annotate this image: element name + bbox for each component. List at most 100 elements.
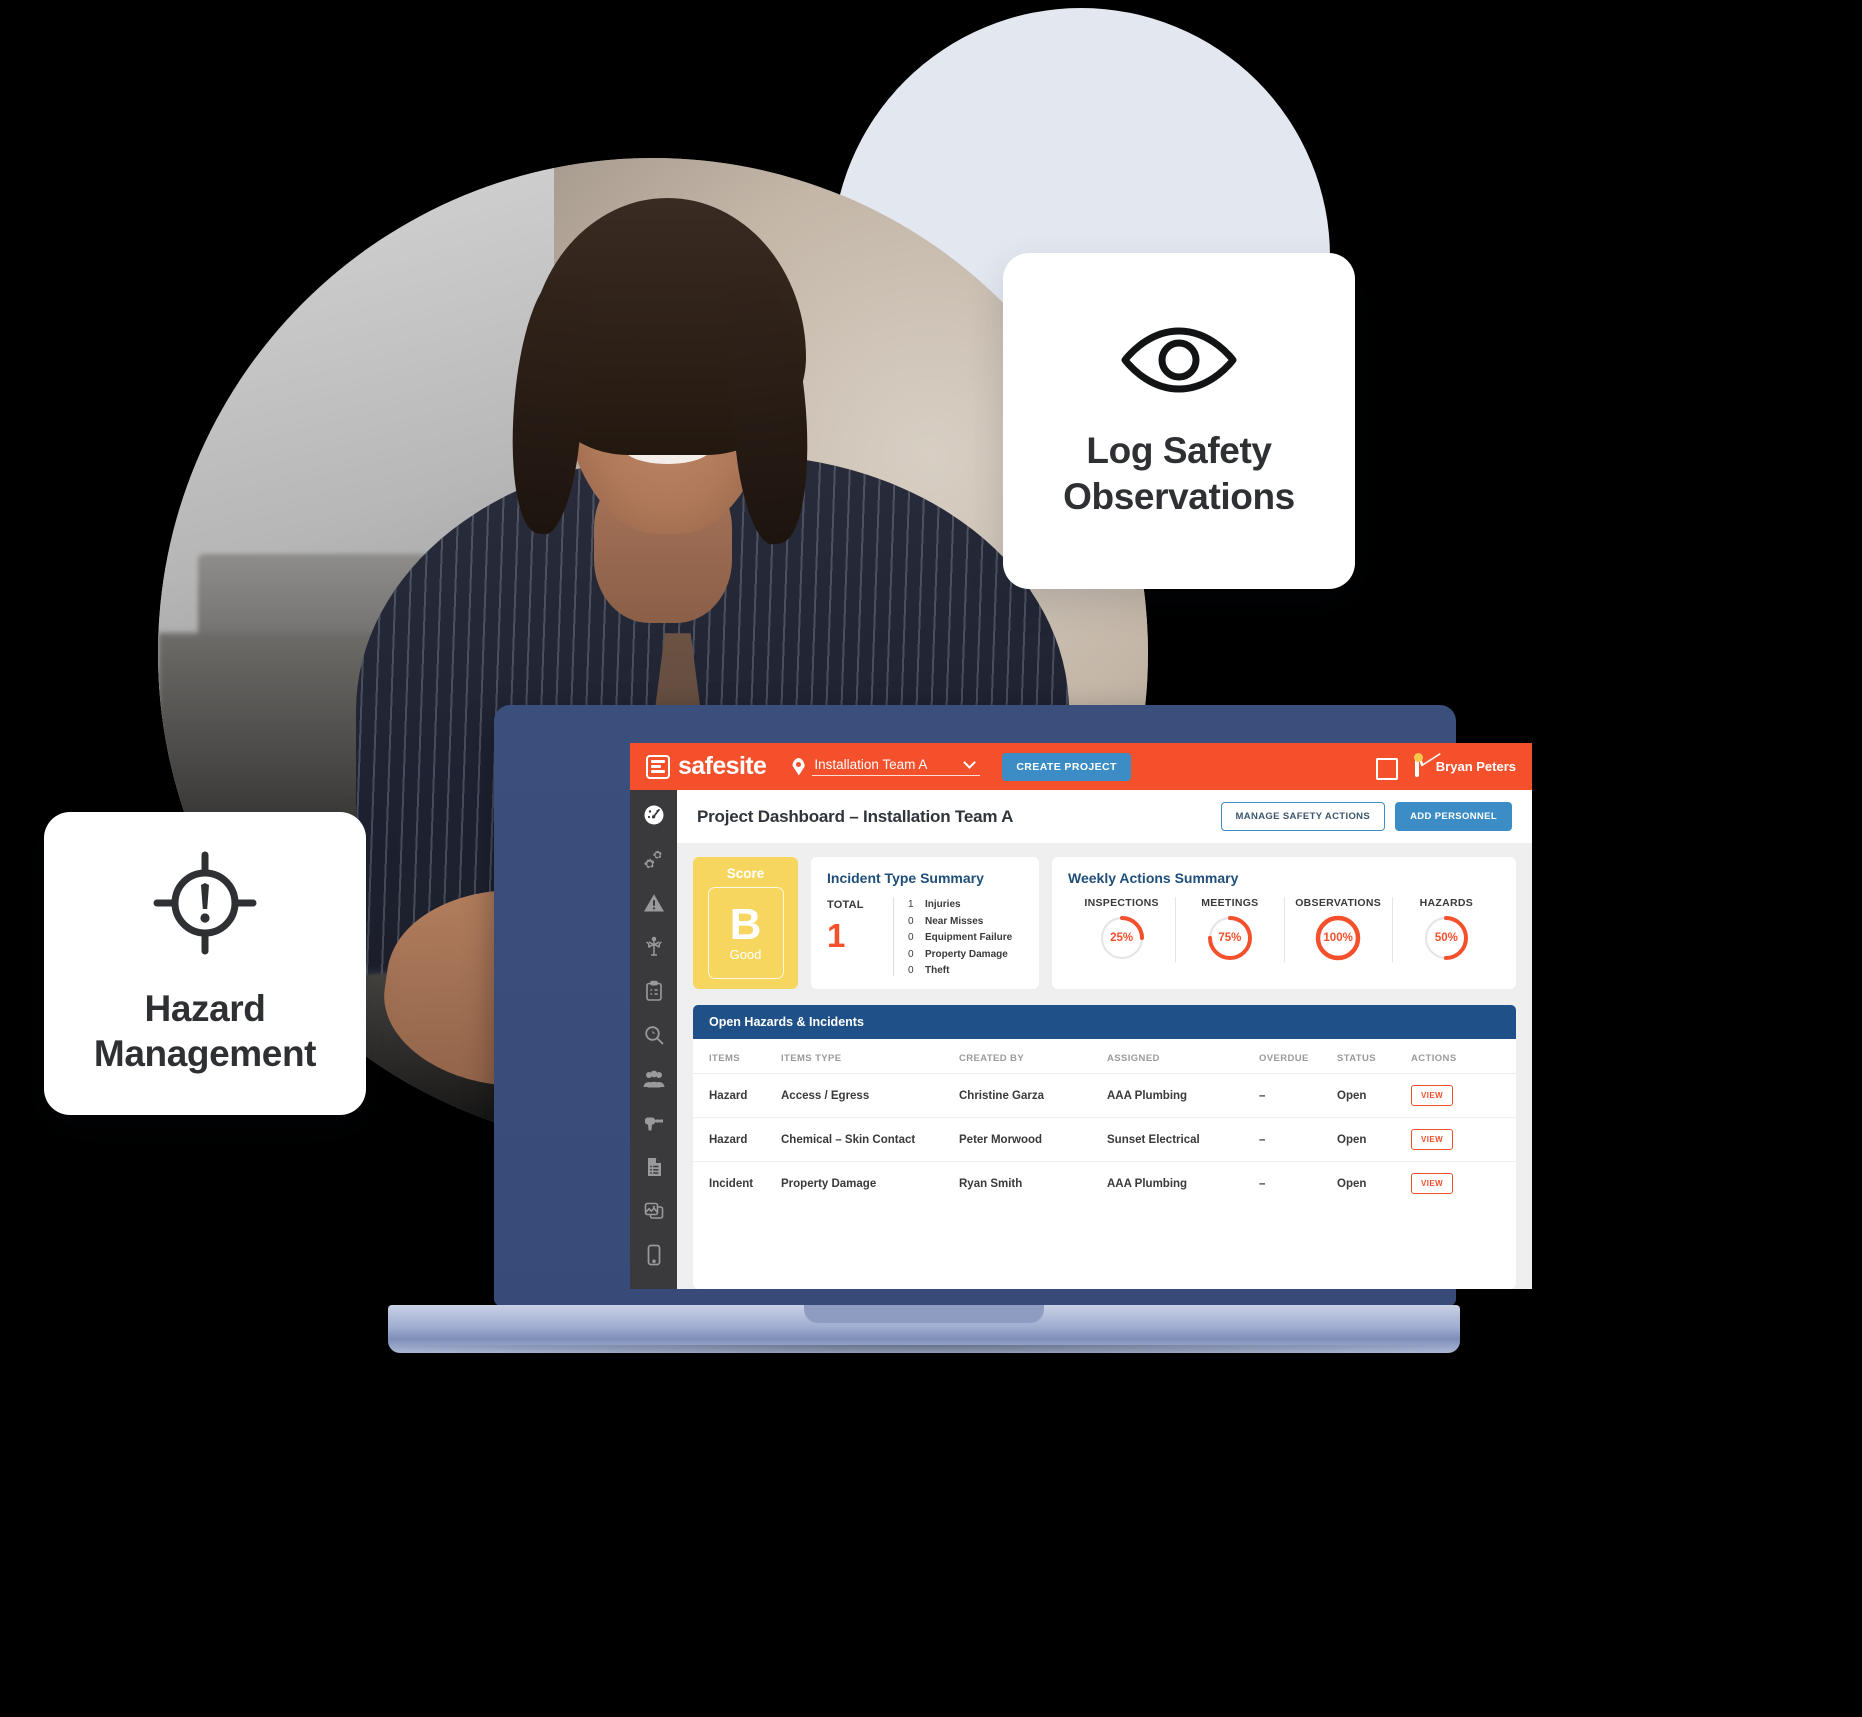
progress-donut: 25% [1098,914,1146,962]
cell-actions: VIEW [1405,1162,1516,1206]
dashboard-gauge-icon [644,805,663,825]
cell-items-type: Property Damage [781,1177,877,1190]
weekly-actions-donuts: INSPECTIONS 25% MEETINGS 75% OBSERVATIONS 100… [1068,897,1500,962]
manage-safety-actions-button[interactable]: MANAGE SAFETY ACTIONS [1220,802,1386,831]
crosshair-alert-icon [153,851,257,960]
incident-type-summary-card: Incident Type Summary TOTAL 1 1 Injuries 0… [811,857,1039,989]
column-header-actions: ACTIONS [1405,1039,1516,1074]
incident-type-count: 0 [908,948,914,960]
app-content: Project Dashboard – Installation Team A … [677,790,1532,1289]
sidebar-item-observations[interactable] [641,1023,667,1047]
cell-assigned: AAA Plumbing [1101,1073,1253,1118]
project-select[interactable]: Installation Team A [812,756,981,776]
add-personnel-button[interactable]: ADD PERSONNEL [1395,802,1512,831]
score-label: Score [726,866,765,881]
incident-type-count: 1 [908,899,914,910]
cell-items: Hazard [693,1117,775,1162]
score-grade: B [729,900,762,950]
column-header-assigned: ASSIGNED [1101,1039,1253,1074]
page-title: Project Dashboard – Installation Team A [697,806,1014,826]
sidebar-item-settings[interactable] [641,847,667,871]
sidebar-item-photos[interactable] [641,1199,667,1223]
table-header-row: ITEMS ITEMS TYPE CREATED BY ASSIGNED OVE… [693,1039,1516,1074]
cell-overdue: – [1259,1177,1266,1190]
create-project-button[interactable]: CREATE PROJECT [1002,752,1131,781]
cell-items: Incident [709,1177,754,1190]
weekly-action-meetings: MEETINGS 75% [1176,897,1285,962]
sidebar-item-documents[interactable] [641,1155,667,1179]
table-row[interactable]: Hazard Chemical – Skin Contact Peter Morwo… [693,1117,1516,1162]
incident-type-row: 0 Property Damage [908,949,1012,960]
incident-type-count: 0 [908,932,914,943]
cell-assigned: Sunset Electrical [1101,1117,1253,1162]
incident-type-count: 0 [908,915,914,927]
incident-summary-title: Incident Type Summary [827,870,984,886]
incident-type-label: Injuries [925,899,961,910]
sidebar-item-company[interactable] [641,1287,667,1289]
sidebar-item-incidents[interactable] [641,935,667,959]
view-button[interactable]: VIEW [1411,1085,1454,1106]
photos-icon [644,1202,663,1219]
project-select-value: Installation Team A [814,757,928,772]
view-button[interactable]: VIEW [1411,1173,1454,1194]
book-icon[interactable] [1375,757,1398,780]
laptop-screen: safesite Installation Team A CREATE PROJ… [630,743,1532,1289]
sidebar-item-mobile[interactable] [641,1243,667,1267]
feature-card-log-safety-observations[interactable]: Log Safety Observations [1003,253,1355,589]
laptop-shadow [396,1345,1452,1361]
incident-total-value: 1 [827,917,846,954]
laptop-lid: safesite Installation Team A CREATE PROJ… [494,705,1532,1306]
cell-items: Hazard [693,1073,775,1118]
sidebar-item-hazards[interactable] [641,891,667,915]
cell-created-by: Peter Morwood [953,1117,1101,1162]
user-name[interactable]: Bryan Peters [1436,759,1516,774]
column-header-items: ITEMS [693,1039,775,1074]
safesite-logo-text: safesite [678,752,767,780]
people-group-icon [643,1070,664,1088]
incident-type-row: 0 Theft [908,965,1012,976]
page-header: Project Dashboard – Installation Team A … [677,790,1532,843]
feature-title-line-2: Observations [1063,475,1295,517]
cell-assigned: AAA Plumbing [1107,1177,1188,1190]
weekly-action-inspections: INSPECTIONS 25% [1068,897,1177,962]
cell-status: Open [1331,1117,1405,1162]
safesite-logo-icon [646,754,670,779]
sidebar-item-meetings[interactable] [641,1067,667,1091]
table-row[interactable]: Hazard Access / Egress Christine Garza AAA … [693,1073,1516,1118]
sidebar-item-inspections[interactable] [641,979,667,1003]
feature-card-title: Log Safety Observations [1063,428,1295,518]
incident-total: TOTAL 1 [827,897,893,976]
mail-icon-wrap[interactable] [1413,752,1423,777]
sidebar-item-dashboard[interactable] [641,803,667,827]
safesite-logo[interactable]: safesite [646,752,767,781]
table-row[interactable]: Incident Property Damage Ryan Smith AAA Plu… [693,1162,1516,1206]
progress-percent: 25% [1110,932,1134,944]
safesite-app: safesite Installation Team A CREATE PROJ… [630,743,1532,1289]
feature-title-line-2: Management [93,1033,317,1074]
location-pin-icon [792,758,805,776]
weekly-actions-summary-card: Weekly Actions Summary INSPECTIONS 25% MEE… [1052,857,1516,989]
incident-type-row: 0 Equipment Failure [908,932,1012,943]
app-body: Project Dashboard – Installation Team A … [630,790,1532,1289]
feature-card-title: Hazard Management [93,986,317,1076]
company-people-icon [642,1287,666,1289]
cell-status: Open [1337,1177,1367,1190]
feature-title-line-1: Log Safety [1086,430,1272,472]
sidebar-item-equipment[interactable] [641,1111,667,1135]
view-button[interactable]: VIEW [1411,1129,1454,1150]
feature-card-hazard-management[interactable]: Hazard Management [44,812,366,1115]
weekly-action-label: OBSERVATIONS [1295,897,1382,909]
incident-type-label: Theft [925,965,950,976]
progress-percent: 75% [1218,932,1242,944]
summary-cards-row: Score B Good Incident Type Summary TOTAL… [677,843,1532,1005]
incident-type-count: 0 [908,965,914,976]
incident-type-label: Equipment Failure [925,932,1013,943]
project-picker[interactable]: Installation Team A [792,756,981,776]
score-box: B Good [707,887,784,979]
incident-type-row: 1 Injuries [908,899,1012,910]
page-root: Log Safety Observations Hazard Managemen… [0,0,1862,1717]
weekly-action-observations: OBSERVATIONS 100% [1285,897,1393,962]
page-header-actions: MANAGE SAFETY ACTIONS ADD PERSONNEL [1220,802,1512,831]
warning-triangle-icon [643,894,664,912]
clipboard-checklist-icon [645,980,662,1001]
